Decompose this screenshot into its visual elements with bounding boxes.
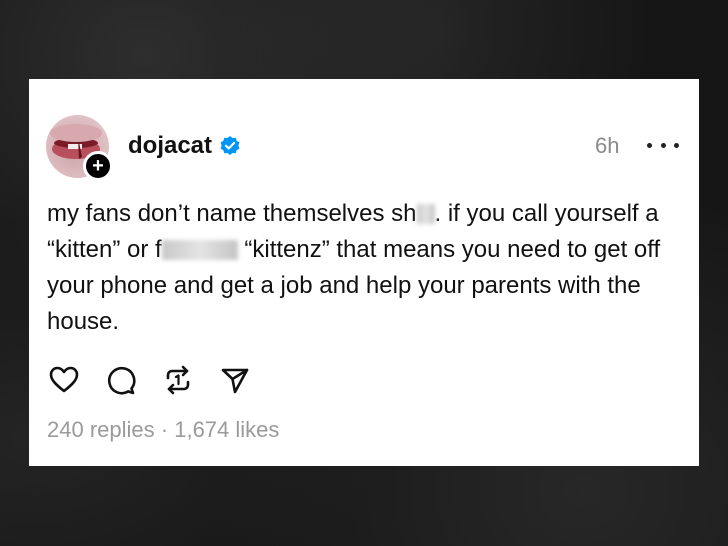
more-dot bbox=[660, 142, 666, 148]
likes-count[interactable]: 1,674 likes bbox=[174, 417, 279, 442]
repost-icon[interactable] bbox=[163, 365, 193, 395]
heart-icon[interactable] bbox=[49, 365, 79, 395]
send-icon[interactable] bbox=[220, 365, 250, 395]
post-stats: 240 replies · 1,674 likes bbox=[47, 417, 279, 443]
post-timestamp: 6h bbox=[595, 133, 620, 158]
post-card: + dojacat 6h my fans don’t name themselv… bbox=[29, 79, 699, 466]
username-label: dojacat bbox=[128, 132, 213, 159]
censor-blur bbox=[416, 204, 435, 224]
stats-separator: · bbox=[160, 417, 169, 442]
more-horizontal-icon[interactable] bbox=[647, 131, 679, 159]
plus-glyph: + bbox=[92, 155, 104, 177]
comment-icon[interactable] bbox=[106, 365, 136, 395]
post-text-segment: my fans don’t name themselves sh bbox=[47, 200, 417, 227]
follow-plus-icon[interactable]: + bbox=[83, 151, 113, 181]
author-name[interactable]: dojacat bbox=[128, 132, 241, 160]
censor-blur bbox=[161, 240, 238, 260]
more-dot bbox=[674, 142, 679, 148]
more-dot bbox=[647, 142, 652, 148]
verified-badge-icon bbox=[219, 135, 241, 157]
action-bar bbox=[49, 365, 277, 395]
replies-count[interactable]: 240 replies bbox=[47, 417, 155, 442]
post-body: my fans don’t name themselves sh. if you… bbox=[47, 196, 687, 340]
